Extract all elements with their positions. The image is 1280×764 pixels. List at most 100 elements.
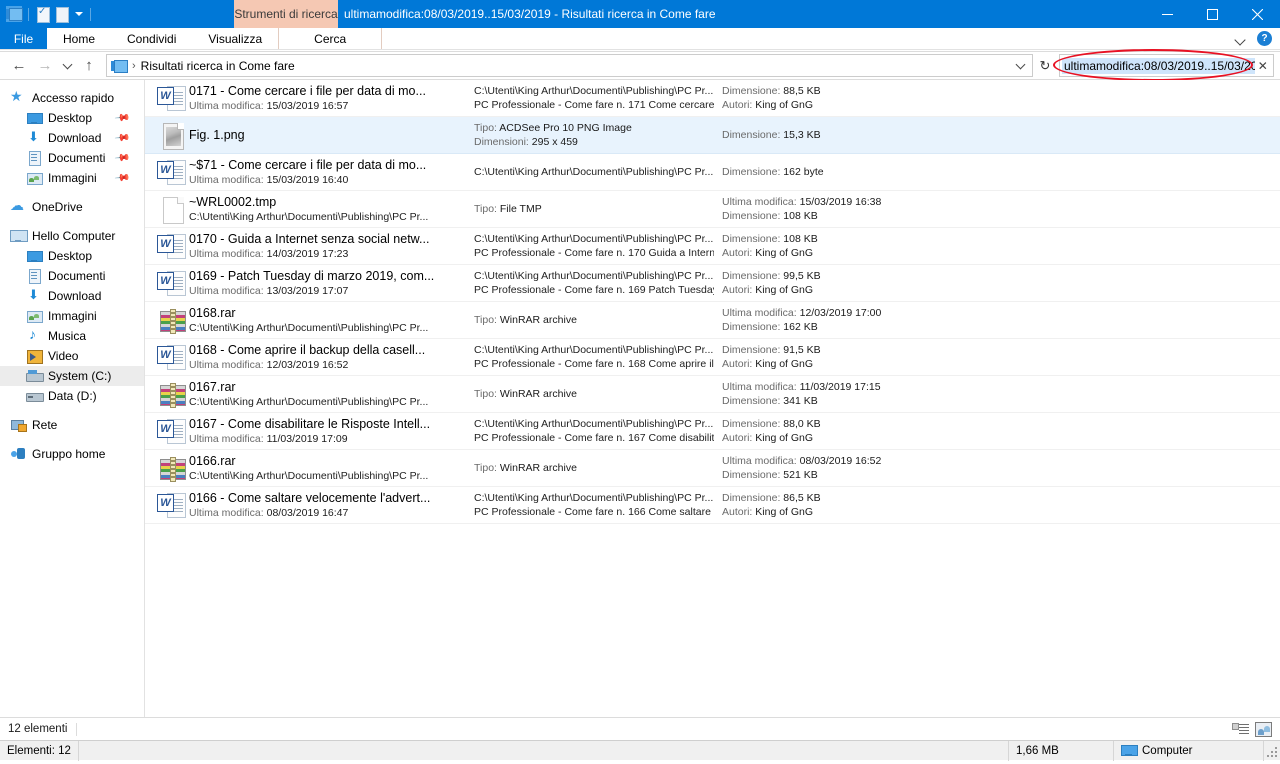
file-modified: Ultima modifica: 12/03/2019 17:00 bbox=[722, 306, 1280, 320]
sidebar-item-musica[interactable]: Musica bbox=[0, 326, 144, 346]
file-title: PC Professionale - Come fare n. 169 Patc… bbox=[474, 283, 714, 297]
file-meta-cell: Dimensione: 91,5 KB Autori: King of GnG bbox=[722, 343, 1280, 371]
up-button[interactable]: ↑ bbox=[76, 54, 102, 78]
file-modified: Ultima modifica: 08/03/2019 16:52 bbox=[722, 454, 1280, 468]
file-path-cell: C:\Utenti\King Arthur\Documenti\Publishi… bbox=[474, 84, 722, 112]
sidebar-item-rete[interactable]: Rete bbox=[0, 415, 144, 435]
search-tools-context-tab[interactable]: Strumenti di ricerca bbox=[234, 0, 338, 28]
file-meta-cell: Dimensione: 15,3 KB bbox=[722, 128, 1280, 142]
sidebar-item-label: Desktop bbox=[48, 111, 92, 125]
pin-icon[interactable]: 📌 bbox=[113, 110, 130, 126]
file-type: Tipo: ACDSee Pro 10 PNG Image bbox=[474, 121, 714, 135]
table-row[interactable]: W 0166 - Come saltare velocemente l'adve… bbox=[145, 487, 1280, 524]
tab-visualizza[interactable]: Visualizza bbox=[192, 28, 278, 49]
file-meta-cell: Dimensione: 99,5 KB Autori: King of GnG bbox=[722, 269, 1280, 297]
customize-caret-icon[interactable] bbox=[73, 6, 84, 22]
file-type: Tipo: WinRAR archive bbox=[474, 313, 714, 327]
forward-button[interactable]: → bbox=[32, 54, 58, 78]
resize-grip[interactable] bbox=[1264, 744, 1278, 758]
table-row[interactable]: W 0171 - Come cercare i file per data di… bbox=[145, 80, 1280, 117]
file-list[interactable]: W 0171 - Come cercare i file per data di… bbox=[145, 80, 1280, 717]
pin-icon[interactable]: 📌 bbox=[113, 170, 130, 186]
new-folder-icon[interactable] bbox=[54, 6, 70, 22]
table-row[interactable]: 0167.rar C:\Utenti\King Arthur\Documenti… bbox=[145, 376, 1280, 413]
help-icon[interactable]: ? bbox=[1257, 31, 1272, 46]
maximize-button[interactable] bbox=[1190, 0, 1235, 28]
file-path: C:\Utenti\King Arthur\Documenti\Publishi… bbox=[474, 232, 714, 246]
breadcrumb-separator: › bbox=[132, 60, 136, 72]
clear-search-icon[interactable]: ✕ bbox=[1255, 59, 1271, 73]
tab-home[interactable]: Home bbox=[47, 28, 111, 49]
word-document-icon: W bbox=[155, 416, 189, 446]
table-row[interactable]: Fig. 1.png Tipo: ACDSee Pro 10 PNG Image… bbox=[145, 117, 1280, 154]
file-name-cell: 0166.rar C:\Utenti\King Arthur\Documenti… bbox=[189, 453, 474, 483]
sidebar-item-system-c[interactable]: System (C:) bbox=[0, 366, 144, 386]
sidebar-item-label: Immagini bbox=[48, 171, 97, 185]
sidebar-item-desktop-qa[interactable]: Desktop 📌 bbox=[0, 108, 144, 128]
sidebar-item-accesso-rapido[interactable]: Accesso rapido bbox=[0, 88, 144, 108]
sidebar-item-label: Data (D:) bbox=[48, 389, 97, 403]
back-button[interactable]: ← bbox=[6, 54, 32, 78]
file-path-cell: C:\Utenti\King Arthur\Documenti\Publishi… bbox=[474, 491, 722, 519]
chevron-down-icon[interactable] bbox=[1012, 56, 1028, 76]
file-meta-cell: Dimensione: 88,5 KB Autori: King of GnG bbox=[722, 84, 1280, 112]
file-authors: Autori: King of GnG bbox=[722, 505, 1280, 519]
close-button[interactable] bbox=[1235, 0, 1280, 28]
file-size: Dimensione: 88,5 KB bbox=[722, 84, 1280, 98]
minimize-button[interactable] bbox=[1145, 0, 1190, 28]
file-explorer-window: Strumenti di ricerca ultimamodifica:08/0… bbox=[0, 0, 1280, 764]
breadcrumb[interactable]: › Risultati ricerca in Come fare bbox=[106, 54, 1033, 77]
tab-cerca[interactable]: Cerca bbox=[278, 28, 382, 49]
refresh-button[interactable]: ↻ bbox=[1033, 54, 1057, 77]
status-bar: 12 elementi bbox=[0, 717, 1280, 740]
sidebar-item-label: Documenti bbox=[48, 151, 105, 165]
sidebar-item-hello-computer[interactable]: Hello Computer bbox=[0, 226, 144, 246]
details-view-icon[interactable] bbox=[1232, 722, 1249, 737]
pin-icon[interactable]: 📌 bbox=[113, 150, 130, 166]
rar-archive-icon bbox=[155, 453, 189, 483]
file-name-cell: ~WRL0002.tmp C:\Utenti\King Arthur\Docum… bbox=[189, 194, 474, 224]
pictures-icon bbox=[26, 308, 42, 324]
file-name: ~WRL0002.tmp bbox=[189, 194, 466, 210]
folder-icon[interactable] bbox=[6, 6, 22, 22]
file-modified: Ultima modifica: 15/03/2019 16:40 bbox=[189, 173, 466, 187]
table-row[interactable]: W 0169 - Patch Tuesday di marzo 2019, co… bbox=[145, 265, 1280, 302]
table-row[interactable]: ~WRL0002.tmp C:\Utenti\King Arthur\Docum… bbox=[145, 191, 1280, 228]
file-authors: Autori: King of GnG bbox=[722, 357, 1280, 371]
tab-file[interactable]: File bbox=[0, 28, 47, 49]
recent-locations-icon[interactable] bbox=[58, 54, 76, 78]
table-row[interactable]: W 0170 - Guida a Internet senza social n… bbox=[145, 228, 1280, 265]
breadcrumb-item-search-results[interactable]: Risultati ricerca in Come fare bbox=[141, 59, 295, 73]
this-pc-icon bbox=[10, 228, 26, 244]
sidebar-item-data-d[interactable]: Data (D:) bbox=[0, 386, 144, 406]
table-row[interactable]: W ~$71 - Come cercare i file per data di… bbox=[145, 154, 1280, 191]
file-size: Dimensione: 162 byte bbox=[722, 165, 1280, 179]
table-row[interactable]: 0168.rar C:\Utenti\King Arthur\Documenti… bbox=[145, 302, 1280, 339]
file-modified: Ultima modifica: 11/03/2019 17:09 bbox=[189, 432, 466, 446]
search-input[interactable]: ultimamodifica:08/03/2019..15/03/2019 ✕ bbox=[1059, 54, 1274, 77]
sidebar-item-immagini-qa[interactable]: Immagini 📌 bbox=[0, 168, 144, 188]
pin-icon[interactable]: 📌 bbox=[113, 130, 130, 146]
sidebar-item-video[interactable]: Video bbox=[0, 346, 144, 366]
file-name: 0168 - Come aprire il backup della casel… bbox=[189, 342, 466, 358]
file-path-cell: Tipo: ACDSee Pro 10 PNG Image Dimensioni… bbox=[474, 121, 722, 149]
sidebar-item-download-qa[interactable]: Download 📌 bbox=[0, 128, 144, 148]
chevron-down-icon[interactable] bbox=[1235, 33, 1247, 45]
tab-condividi[interactable]: Condividi bbox=[111, 28, 192, 49]
sidebar-item-documenti-qa[interactable]: Documenti 📌 bbox=[0, 148, 144, 168]
sidebar-item-onedrive[interactable]: OneDrive bbox=[0, 197, 144, 217]
file-name-cell: 0168 - Come aprire il backup della casel… bbox=[189, 342, 474, 372]
sidebar-item-immagini[interactable]: Immagini bbox=[0, 306, 144, 326]
items-count: Elementi: 12 bbox=[0, 741, 79, 761]
sidebar-item-download[interactable]: Download bbox=[0, 286, 144, 306]
large-icons-view-icon[interactable] bbox=[1255, 722, 1272, 737]
table-row[interactable]: W 0167 - Come disabilitare le Risposte I… bbox=[145, 413, 1280, 450]
table-row[interactable]: W 0168 - Come aprire il backup della cas… bbox=[145, 339, 1280, 376]
table-row[interactable]: 0166.rar C:\Utenti\King Arthur\Documenti… bbox=[145, 450, 1280, 487]
properties-icon[interactable] bbox=[35, 6, 51, 22]
sidebar-item-desktop[interactable]: Desktop bbox=[0, 246, 144, 266]
rar-archive-icon bbox=[155, 379, 189, 409]
sidebar-item-documenti[interactable]: Documenti bbox=[0, 266, 144, 286]
sidebar-item-gruppo-home[interactable]: Gruppo home bbox=[0, 444, 144, 464]
sidebar-gap bbox=[0, 406, 144, 415]
